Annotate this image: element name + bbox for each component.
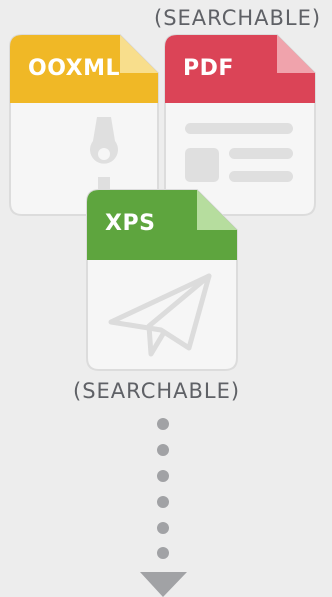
connector-dot [157, 547, 169, 559]
connector-dot [157, 496, 169, 508]
connector-dot [157, 522, 169, 534]
arrow-down-icon [140, 572, 187, 597]
connector-dot [157, 470, 169, 482]
connector-dot [157, 444, 169, 456]
connector-dot [157, 418, 169, 430]
dotted-arrow-connector [140, 418, 187, 597]
